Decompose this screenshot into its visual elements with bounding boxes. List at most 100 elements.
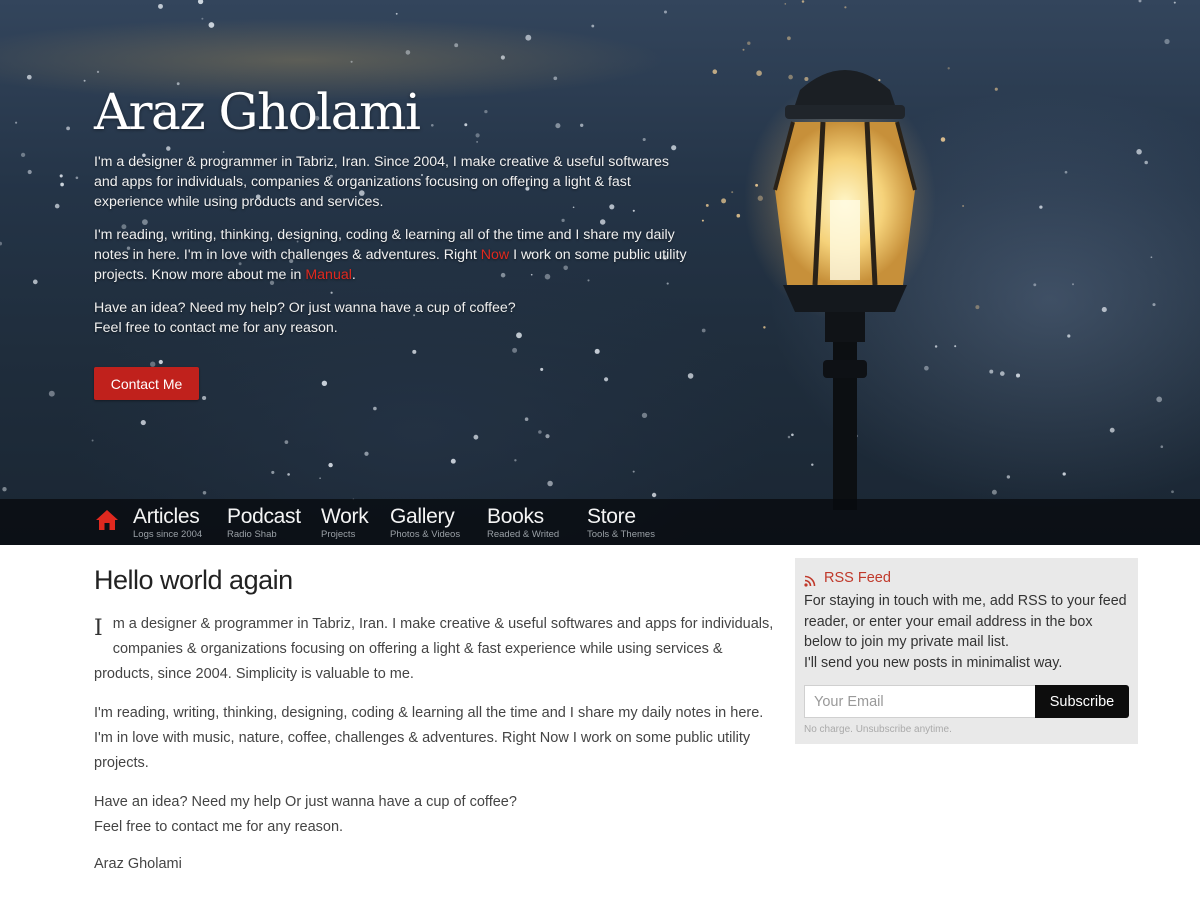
snow-flake	[1064, 170, 1068, 174]
snow-flake	[1033, 283, 1037, 287]
snow-flake	[540, 367, 544, 371]
snow-flake	[1152, 303, 1156, 307]
nav-item-podcast[interactable]: Podcast Radio Shab	[227, 505, 301, 540]
nav-sublabel: Tools & Themes	[587, 529, 655, 540]
rss-header[interactable]: RSS Feed	[804, 567, 1129, 589]
snow-flake	[1072, 283, 1074, 286]
snow-flake	[632, 470, 635, 473]
snow-flake	[140, 420, 146, 426]
snow-flake	[27, 169, 32, 175]
nav-item-store[interactable]: Store Tools & Themes	[587, 505, 655, 540]
snow-flake	[1164, 38, 1170, 45]
nav-label: Books	[487, 505, 544, 528]
nav-label: Work	[321, 505, 369, 528]
snow-flake	[604, 377, 609, 382]
now-link[interactable]: Now	[481, 247, 509, 263]
snow-flake	[801, 0, 805, 3]
snow-flake	[1160, 445, 1164, 449]
snow-flake	[721, 198, 727, 204]
hero-contact-text: Have an idea? Need my help? Or just wann…	[94, 298, 694, 338]
hero-contact-line-2: Feel free to contact me for any reason.	[94, 320, 338, 336]
snow-flake	[989, 369, 994, 374]
snow-flake	[1173, 1, 1176, 4]
hero-content: Araz Gholami I'm a designer & programmer…	[94, 82, 694, 351]
snow-flake	[201, 17, 204, 20]
post-signature: Araz Gholami	[94, 856, 182, 872]
snow-flake	[450, 458, 456, 464]
nav-label: Gallery	[390, 505, 455, 528]
nav-label: Store	[587, 505, 636, 528]
snow-flake	[1006, 475, 1011, 479]
snow-flake	[844, 6, 847, 9]
hero-banner: Araz Gholami I'm a designer & programmer…	[0, 0, 1200, 545]
snow-flake	[687, 373, 694, 379]
post-paragraph-1: Im a designer & programmer in Tabriz, Ir…	[94, 612, 774, 687]
main-nav: Articles Logs since 2004 Podcast Radio S…	[0, 499, 1200, 545]
subscribe-note: No charge. Unsubscribe anytime.	[804, 724, 952, 735]
main-article: Hello world again Im a designer & progra…	[94, 560, 774, 874]
snow-flake	[328, 462, 333, 468]
snow-flake	[663, 10, 668, 14]
snow-flake	[947, 67, 950, 70]
hero-about: I'm reading, writing, thinking, designin…	[94, 225, 694, 285]
snow-flake	[1136, 149, 1142, 155]
email-input[interactable]	[804, 685, 1035, 718]
snow-flake	[15, 121, 18, 124]
snow-flake	[1138, 0, 1142, 3]
snow-flake	[975, 305, 980, 310]
snow-flake	[208, 22, 215, 28]
drop-cap: I	[94, 616, 103, 641]
snow-flake	[66, 126, 70, 131]
snow-flake	[705, 203, 709, 207]
snow-flake	[60, 182, 64, 187]
subscribe-button[interactable]: Subscribe	[1035, 685, 1129, 718]
nav-sublabel: Photos & Videos	[390, 529, 461, 540]
snow-flake	[545, 434, 550, 439]
snow-flake	[364, 451, 369, 456]
nav-item-gallery[interactable]: Gallery Photos & Videos	[390, 505, 460, 540]
snow-flake	[373, 406, 377, 411]
nav-sublabel: Radio Shab	[227, 529, 277, 540]
subscribe-form: Subscribe	[804, 685, 1129, 718]
post-paragraph-1-text: m a designer & programmer in Tabriz, Ira…	[94, 616, 774, 682]
snow-flake	[962, 205, 965, 207]
snow-flake	[538, 430, 542, 434]
snow-flake	[999, 371, 1005, 376]
nav-item-work[interactable]: Work Projects	[321, 505, 369, 540]
rss-description-2: I'll send you new posts in minimalist wa…	[804, 654, 1063, 671]
snow-flake	[641, 412, 648, 419]
snow-flake	[454, 43, 459, 48]
snow-flake	[701, 328, 706, 333]
snow-flake	[701, 219, 704, 222]
snow-flake	[405, 50, 411, 55]
snow-flake	[1150, 256, 1153, 259]
snow-flake	[1101, 307, 1107, 313]
snow-flake	[784, 3, 787, 5]
snow-flake	[500, 55, 505, 60]
snow-flake	[54, 203, 60, 209]
snow-flake	[59, 174, 63, 178]
hero-contact-line-1: Have an idea? Need my help? Or just wann…	[94, 300, 516, 316]
snow-flake	[202, 491, 207, 495]
snow-flake	[547, 480, 553, 487]
snow-flake	[1109, 427, 1115, 433]
contact-me-button[interactable]: Contact Me	[94, 367, 199, 400]
snow-flake	[736, 213, 741, 218]
nav-item-articles[interactable]: Articles Logs since 2004	[133, 505, 202, 540]
snow-flake	[524, 417, 529, 421]
snow-flake	[954, 345, 957, 348]
snow-flake	[1062, 472, 1066, 476]
nav-item-books[interactable]: Books Readed & Writed	[487, 505, 559, 540]
post-paragraph-2: I'm reading, writing, thinking, designin…	[94, 705, 764, 771]
home-icon[interactable]	[95, 509, 119, 531]
manual-link[interactable]: Manual	[305, 267, 352, 283]
snow-flake	[2, 487, 7, 492]
snow-flake	[731, 191, 734, 194]
post-paragraph-3-line-1: Have an idea? Need my help Or just wanna…	[94, 794, 517, 810]
rss-description: For staying in touch with me, add RSS to…	[804, 591, 1129, 673]
snow-flake	[197, 0, 204, 5]
rss-feed-link[interactable]: RSS Feed	[824, 570, 891, 586]
snow-flake	[48, 390, 55, 397]
snow-flake	[747, 41, 751, 45]
snow-flake	[787, 36, 791, 41]
